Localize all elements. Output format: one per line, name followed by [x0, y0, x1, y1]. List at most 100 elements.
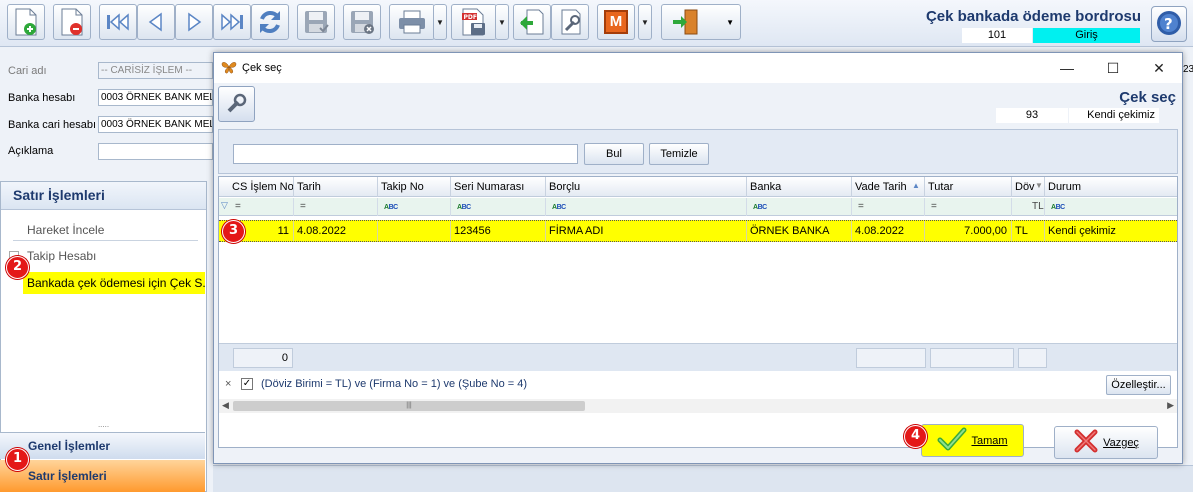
import-button[interactable]	[513, 4, 551, 40]
save-button[interactable]	[297, 4, 335, 40]
column-banka[interactable]: Banka	[747, 177, 852, 197]
bankada-cek-odemesi-item[interactable]: Bankada çek ödemesi için Çek S...	[23, 272, 205, 294]
export-pdf-button[interactable]: PDF	[451, 4, 497, 40]
filter-icon[interactable]: ▼	[1035, 181, 1043, 190]
print-button[interactable]	[389, 4, 435, 40]
scroll-left-icon[interactable]: ◀	[222, 400, 229, 411]
nav-genel-islemler[interactable]: Genel İşlemler	[0, 432, 205, 459]
tutar-summary	[930, 348, 1014, 368]
table-row[interactable]: 11 4.08.2022 123456 FİRMA ADI ÖRNEK BANK…	[219, 220, 1177, 242]
filter-enabled-checkbox[interactable]: ✓	[241, 378, 253, 390]
filter-borclu[interactable]: ABC	[546, 198, 747, 216]
help-button[interactable]: ?	[1151, 6, 1187, 42]
main-toolbar: ▼ PDF ▼ M ▼ ▼ Çek bankada ödeme bordrosu…	[0, 0, 1193, 47]
active-filter-bar: × ✓ (Döviz Birimi = TL) ve (Firma No = 1…	[219, 373, 1177, 397]
last-record-button[interactable]	[213, 4, 251, 40]
clear-button[interactable]: Temizle	[649, 143, 709, 165]
horizontal-scrollbar[interactable]: ◀ ||| ▶	[219, 399, 1177, 413]
delete-document-button[interactable]	[53, 4, 91, 40]
filter-durum[interactable]: ABC	[1045, 198, 1177, 216]
print-dropdown-button[interactable]: ▼	[433, 4, 447, 40]
background-edge	[1183, 60, 1193, 490]
scrollbar-thumb[interactable]: |||	[233, 401, 585, 411]
minimize-button[interactable]: —	[1044, 53, 1090, 83]
pdf-badge: PDF	[464, 14, 477, 21]
filter-vade-tarih[interactable]: =	[852, 198, 925, 216]
cell-banka: ÖRNEK BANKA	[747, 221, 852, 241]
column-seri-numarasi[interactable]: Seri Numarası	[451, 177, 546, 197]
m-button[interactable]: M	[597, 4, 635, 40]
filter-takip-no[interactable]: ABC	[378, 198, 451, 216]
nav-satir-islemleri[interactable]: Satır İşlemleri	[0, 460, 205, 492]
panel-splitter[interactable]: .....	[1, 421, 206, 430]
column-tutar[interactable]: Tutar	[925, 177, 1012, 197]
column-borclu[interactable]: Borçlu	[546, 177, 747, 197]
pdf-export-icon: PDF	[459, 7, 489, 37]
filter-banka[interactable]: ABC	[747, 198, 852, 216]
refresh-button[interactable]	[251, 4, 289, 40]
previous-record-button[interactable]	[137, 4, 175, 40]
close-icon: ✕	[1153, 59, 1165, 76]
cari-adi-field[interactable]: -- CARİSİZ İŞLEM --	[98, 62, 213, 79]
chevron-down-icon: ▼	[726, 17, 734, 27]
takip-hesabi-item[interactable]: Takip Hesabı	[27, 249, 96, 263]
save-cancel-icon	[349, 9, 375, 35]
row-count-summary: 0	[233, 348, 293, 368]
cell-vade-tarih: 4.08.2022	[852, 221, 925, 241]
save-cancel-button[interactable]	[343, 4, 381, 40]
vade-summary	[856, 348, 926, 368]
next-record-button[interactable]	[175, 4, 213, 40]
cancel-button[interactable]: Vazgeç	[1054, 426, 1158, 459]
chevron-down-icon: ▼	[641, 17, 649, 27]
cell-doviz: TL	[1012, 221, 1045, 241]
import-arrow-icon	[519, 8, 545, 36]
search-input[interactable]	[233, 144, 578, 164]
divider	[13, 240, 198, 241]
cancel-x-icon	[1073, 429, 1099, 456]
filter-expression[interactable]: (Döviz Birimi = TL) ve (Firma No = 1) ve…	[261, 378, 527, 390]
filter-seri-numarasi[interactable]: ABC	[451, 198, 546, 216]
banka-hesabi-field[interactable]: 0003 ÖRNEK BANK MEL	[98, 89, 213, 106]
find-button[interactable]: Bul	[584, 143, 644, 165]
dialog-titlebar: Çek seç — ☐ ✕	[214, 53, 1182, 83]
document-type: Giriş	[1033, 28, 1140, 43]
close-button[interactable]: ✕	[1136, 53, 1182, 83]
previous-record-icon	[146, 12, 166, 32]
step-marker-3: 3	[222, 220, 245, 243]
banka-cari-field[interactable]: 0003 ÖRNEK BANK MEL	[98, 116, 213, 133]
save-disk-icon	[303, 9, 329, 35]
customize-button[interactable]: Özelleştir...	[1106, 375, 1171, 395]
column-durum[interactable]: Durum	[1045, 177, 1177, 197]
hareket-incele-item[interactable]: Hareket İncele	[27, 223, 104, 237]
sort-ascending-icon: ▲	[912, 181, 920, 190]
filter-doviz[interactable]: TL	[1012, 198, 1045, 216]
filter-tarih[interactable]: =	[294, 198, 378, 216]
butterfly-icon	[221, 60, 237, 77]
text-filter-icon: ABC	[457, 204, 471, 211]
aciklama-field[interactable]	[98, 143, 213, 160]
column-cs-islem-no[interactable]: CS İşlem No	[229, 177, 294, 197]
column-tarih[interactable]: Tarih	[294, 177, 378, 197]
checkmark-icon	[937, 427, 967, 454]
panel-header: Satır İşlemleri	[1, 182, 206, 210]
maximize-button[interactable]: ☐	[1090, 53, 1136, 83]
wrench-icon	[225, 91, 249, 118]
export-dropdown-button[interactable]: ▼	[495, 4, 509, 40]
new-document-button[interactable]	[7, 4, 45, 40]
clear-filter-icon[interactable]: ×	[225, 378, 231, 390]
dialog-number: 93	[996, 108, 1068, 123]
column-takip-no[interactable]: Takip No	[378, 177, 451, 197]
dialog-tools-button[interactable]	[218, 86, 255, 122]
cell-takip-no	[378, 221, 451, 241]
text-filter-icon: ABC	[1051, 204, 1065, 211]
first-record-button[interactable]	[99, 4, 137, 40]
tools-button[interactable]	[551, 4, 589, 40]
ok-button[interactable]: Tamam	[921, 424, 1024, 457]
m-dropdown-button[interactable]: ▼	[638, 4, 652, 40]
filter-tutar[interactable]: =	[925, 198, 1012, 216]
cell-tutar: 7.000,00	[925, 221, 1012, 241]
exit-button[interactable]: ▼	[661, 4, 741, 40]
refresh-icon	[256, 8, 284, 36]
scroll-right-icon[interactable]: ▶	[1167, 400, 1174, 411]
filter-cs-islem-no[interactable]: =	[229, 198, 294, 216]
